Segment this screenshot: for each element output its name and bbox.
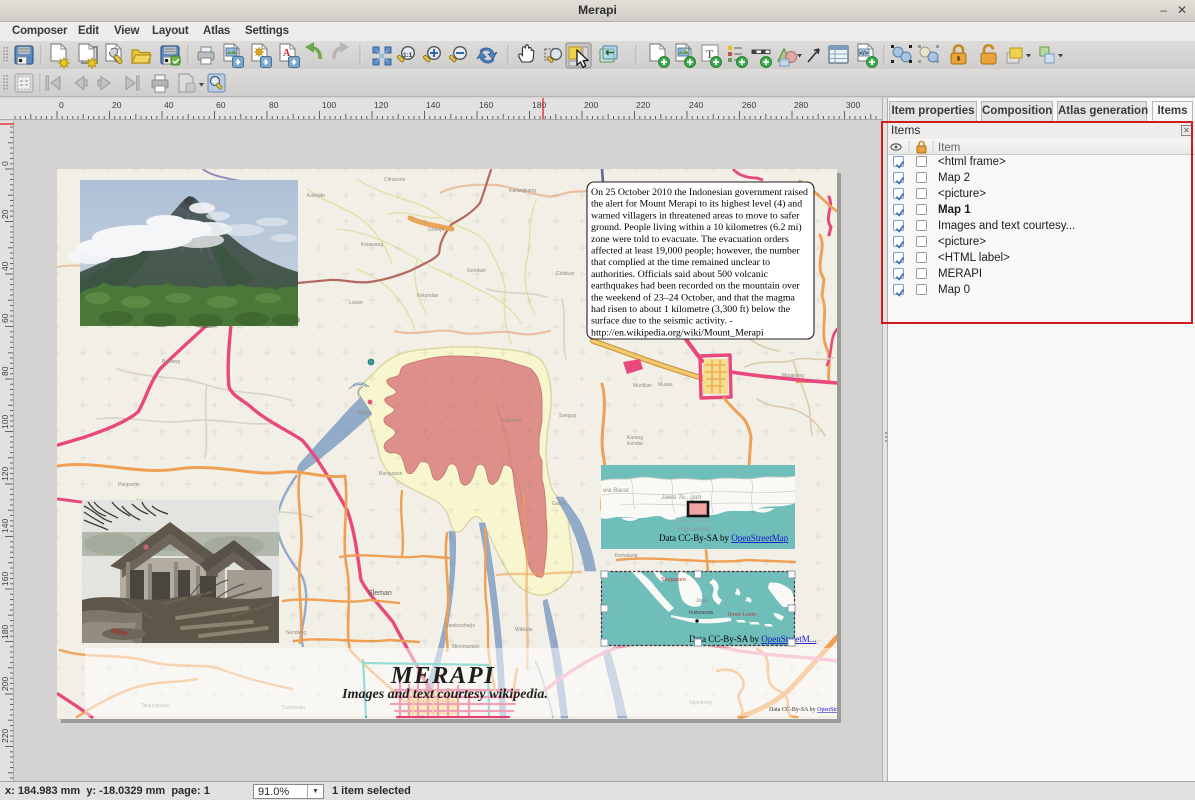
svg-text:Muntilan: Muntilan bbox=[633, 383, 652, 389]
svg-text:Daer....newa: Daer....newa bbox=[675, 518, 709, 524]
svg-text:120: 120 bbox=[0, 467, 10, 481]
svg-text:Indonesia: Indonesia bbox=[689, 610, 714, 616]
svg-text:220: 220 bbox=[0, 729, 10, 743]
svg-text:authorities. Officials said ab: authorities. Officials said about 500 vo… bbox=[591, 269, 769, 280]
svg-text:200: 200 bbox=[0, 677, 10, 691]
svg-text:140: 140 bbox=[426, 100, 440, 110]
svg-text:1:1: 1:1 bbox=[403, 52, 413, 59]
svg-text:300: 300 bbox=[846, 100, 860, 110]
svg-text:180: 180 bbox=[532, 100, 546, 110]
svg-text:60: 60 bbox=[216, 100, 226, 110]
svg-text:Citrosono: Citrosono bbox=[384, 177, 406, 183]
svg-text:Data CC-By-SA by OpenStreetM..: Data CC-By-SA by OpenStreetM... bbox=[689, 634, 817, 644]
svg-text:100: 100 bbox=[322, 100, 336, 110]
svg-text:Kendal: Kendal bbox=[627, 441, 643, 447]
svg-text:Genikan: Genikan bbox=[467, 268, 486, 274]
svg-text:220: 220 bbox=[636, 100, 650, 110]
svg-text:MERAPI: MERAPI bbox=[390, 662, 495, 689]
svg-text:40: 40 bbox=[0, 261, 10, 271]
svg-text:warned villagers in threatened: warned villagers in threatened areas to … bbox=[591, 210, 800, 221]
svg-text:Ketundan: Ketundan bbox=[417, 293, 439, 299]
svg-text:surface due to the seismic act: surface due to the seismic activity. - bbox=[591, 316, 733, 327]
svg-text:affected at least 19,000 peopl: affected at least 19,000 people; however… bbox=[591, 246, 800, 257]
svg-text:Images and text courtesy wikip: Images and text courtesy wikipedia. bbox=[341, 687, 548, 702]
svg-text:160: 160 bbox=[0, 572, 10, 586]
svg-text:Singapore: Singapore bbox=[661, 577, 686, 583]
svg-text:Musuk: Musuk bbox=[658, 382, 673, 388]
svg-text:Magelang: Magelang bbox=[782, 373, 804, 379]
svg-text:Kalikuto: Kalikuto bbox=[307, 193, 325, 199]
svg-text:Grinejo: Grinejo bbox=[428, 227, 444, 233]
svg-text:Panpurno: Panpurno bbox=[118, 482, 140, 488]
svg-text:280: 280 bbox=[794, 100, 808, 110]
svg-text:240: 240 bbox=[689, 100, 703, 110]
svg-text:200: 200 bbox=[584, 100, 598, 110]
svg-text:</>: </> bbox=[860, 51, 869, 57]
svg-text:ground. People living within a: ground. People living within a 10 kilome… bbox=[591, 222, 802, 233]
svg-text:Losari: Losari bbox=[349, 300, 363, 306]
svg-text:Gatak: Gatak bbox=[552, 501, 566, 507]
svg-text:Jogja: Jogja bbox=[696, 598, 708, 604]
svg-text:260: 260 bbox=[742, 100, 756, 110]
svg-text:Yogyakarta: Yogyakarta bbox=[677, 526, 710, 533]
svg-text:120: 120 bbox=[374, 100, 388, 110]
svg-text:Sardonoharjo: Sardonoharjo bbox=[445, 623, 475, 629]
svg-text:20: 20 bbox=[112, 100, 122, 110]
svg-text:http://en.wikipedia.org/wiki/M: http://en.wikipedia.org/wiki/Mount_Merap… bbox=[591, 327, 764, 338]
svg-text:140: 140 bbox=[0, 519, 10, 533]
svg-text:Sangup: Sangup bbox=[559, 413, 576, 419]
svg-text:60: 60 bbox=[0, 313, 10, 323]
svg-text:the alert for Mount Merapi to: the alert for Mount Merapi to its highes… bbox=[591, 199, 802, 210]
svg-text:Banyuasin: Banyuasin bbox=[379, 471, 403, 477]
svg-text:80: 80 bbox=[269, 100, 279, 110]
svg-text:Kaliniren: Kaliniren bbox=[502, 418, 522, 424]
svg-text:0: 0 bbox=[59, 100, 64, 110]
svg-text:180: 180 bbox=[0, 625, 10, 639]
svg-text:Watas: Watas bbox=[357, 410, 371, 416]
svg-text:the weekend of 23–24 October,: the weekend of 23–24 October, and that t… bbox=[591, 292, 796, 303]
svg-text:Sendang: Sendang bbox=[286, 630, 306, 636]
svg-text:zone were told to evacuate. Th: zone were told to evacuate. The evacuati… bbox=[591, 234, 789, 245]
svg-text:Kemalang: Kemalang bbox=[615, 553, 638, 559]
svg-text:Timor-Leste: Timor-Leste bbox=[727, 612, 756, 618]
svg-text:earthquakes had been recorded: earthquakes had been recorded on the mou… bbox=[591, 281, 800, 292]
svg-text:Karangkang: Karangkang bbox=[509, 188, 536, 194]
svg-text:had risen to about 1 kilometre: had risen to about 1 kilometre (3,300 ft… bbox=[591, 304, 791, 315]
svg-text:Data CC-By-SA by OpenStreetMap: Data CC-By-SA by OpenStreetMap bbox=[659, 533, 789, 543]
svg-text:Bawang: Bawang bbox=[162, 359, 180, 365]
svg-text:Wiklode: Wiklode bbox=[515, 627, 533, 633]
svg-text:20: 20 bbox=[0, 209, 10, 219]
svg-text:On 25 October 2010 the Indones: On 25 October 2010 the Indonesian govern… bbox=[591, 187, 808, 198]
svg-text:0: 0 bbox=[0, 161, 10, 166]
svg-text:160: 160 bbox=[479, 100, 493, 110]
svg-text:40: 40 bbox=[164, 100, 174, 110]
svg-text:that complied at the time rema: that complied at the time remained uncle… bbox=[591, 257, 770, 268]
svg-text:wa Barat: wa Barat bbox=[603, 487, 630, 494]
svg-text:Data CC-By-SA by OpenStreetMap: Data CC-By-SA by OpenStreetMap bbox=[769, 707, 837, 713]
svg-text:100: 100 bbox=[0, 415, 10, 429]
svg-text:Jawa Te...gah: Jawa Te...gah bbox=[660, 494, 702, 501]
svg-text:80: 80 bbox=[0, 366, 10, 376]
